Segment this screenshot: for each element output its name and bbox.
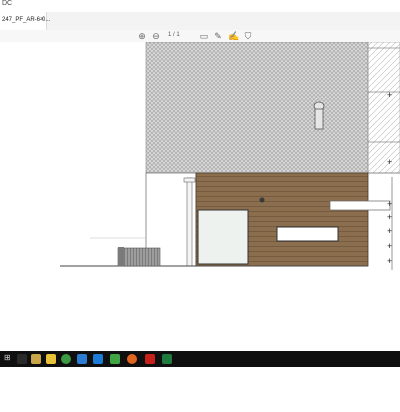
section-hatch bbox=[367, 41, 400, 174]
arrow-up-icon[interactable]: ⊕ bbox=[137, 31, 147, 41]
page-current[interactable]: 1 bbox=[168, 32, 171, 38]
roof-vent-pipe bbox=[314, 108, 324, 130]
fence bbox=[117, 247, 161, 267]
downpipe bbox=[186, 177, 193, 267]
tab-strip: 247_PF_AR-6-0... × bbox=[0, 12, 400, 31]
taskbar: ⊞ bbox=[0, 351, 400, 367]
level-mark: + bbox=[387, 226, 392, 236]
start-icon[interactable]: ⊞ bbox=[4, 353, 14, 363]
firefox-icon[interactable] bbox=[127, 354, 137, 364]
window-title: DC bbox=[2, 0, 13, 7]
document-canvas[interactable]: + + + + + + + bbox=[0, 41, 400, 351]
arrow-down-icon[interactable]: ⊖ bbox=[151, 31, 161, 41]
level-mark: + bbox=[387, 256, 392, 266]
chrome-icon[interactable] bbox=[61, 354, 71, 364]
screen-bottom bbox=[0, 367, 400, 412]
page-indicator[interactable]: 1 / 1 bbox=[168, 32, 180, 38]
file-explorer-icon[interactable] bbox=[46, 354, 56, 364]
close-icon[interactable]: × bbox=[40, 16, 44, 23]
comment-icon[interactable]: ▭ bbox=[199, 31, 209, 41]
stamp-icon[interactable]: ⛉ bbox=[243, 31, 253, 41]
wall-light bbox=[259, 197, 265, 203]
document-tab[interactable]: 247_PF_AR-6-0... × bbox=[0, 12, 50, 30]
strip-window bbox=[276, 226, 339, 242]
level-mark: + bbox=[387, 212, 392, 222]
fence-post bbox=[118, 247, 124, 266]
excel-icon[interactable] bbox=[162, 354, 172, 364]
search-icon[interactable] bbox=[17, 354, 27, 364]
pen-icon[interactable]: ✎ bbox=[213, 31, 223, 41]
edge-icon[interactable] bbox=[77, 354, 87, 364]
entrance-window bbox=[197, 209, 249, 265]
sign-icon[interactable]: ✍ bbox=[228, 31, 239, 41]
roof bbox=[145, 41, 369, 174]
task-view-icon[interactable] bbox=[31, 354, 41, 364]
level-mark: + bbox=[387, 241, 392, 251]
elevation-drawing: + + + + + + + bbox=[60, 41, 400, 270]
app-icon[interactable] bbox=[110, 354, 120, 364]
level-mark: + bbox=[387, 90, 392, 100]
window-titlebar: DC bbox=[0, 0, 400, 12]
level-mark: + bbox=[387, 157, 392, 167]
dropbox-icon[interactable] bbox=[93, 354, 103, 364]
level-mark: + bbox=[387, 199, 392, 209]
canopy bbox=[329, 200, 391, 211]
acrobat-icon[interactable] bbox=[145, 354, 155, 364]
page-total: / 1 bbox=[173, 32, 180, 38]
